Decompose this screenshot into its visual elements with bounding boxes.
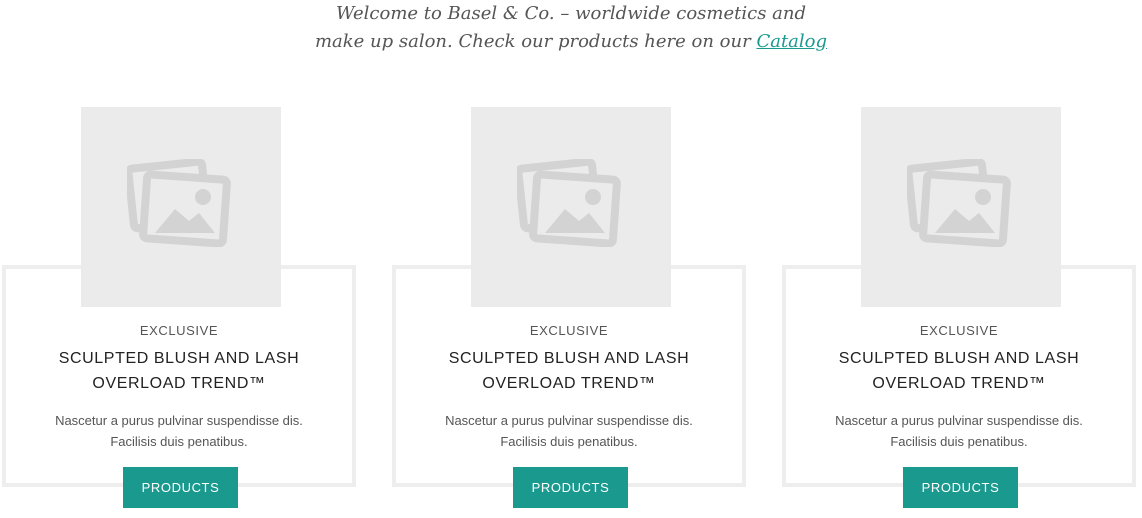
product-title-line-1: SCULPTED BLUSH AND LASH xyxy=(838,350,1080,367)
product-kicker: EXCLUSIVE xyxy=(529,323,609,338)
product-description-line-1: Nascetur a purus pulvinar suspendisse di… xyxy=(445,413,693,428)
product-title-line-2: OVERLOAD TREND™ xyxy=(92,375,266,392)
product-description: Nascetur a purus pulvinar suspendisse di… xyxy=(392,410,746,452)
intro-text: Welcome to Basel & Co. – worldwide cosme… xyxy=(0,0,1142,56)
catalog-link[interactable]: Catalog xyxy=(756,31,827,52)
product-card-text: EXCLUSIVE SCULPTED BLUSH AND LASH OVERLOA… xyxy=(392,320,746,452)
product-kicker: EXCLUSIVE xyxy=(139,323,219,338)
product-description: Nascetur a purus pulvinar suspendisse di… xyxy=(2,410,356,452)
product-image-placeholder xyxy=(81,107,281,307)
product-title-line-1: SCULPTED BLUSH AND LASH xyxy=(58,350,300,367)
product-description-line-1: Nascetur a purus pulvinar suspendisse di… xyxy=(55,413,303,428)
products-button[interactable]: PRODUCTS xyxy=(513,467,628,508)
product-title: SCULPTED BLUSH AND LASH OVERLOAD TREND™ xyxy=(392,346,746,396)
product-image-placeholder xyxy=(861,107,1061,307)
product-title-line-2: OVERLOAD TREND™ xyxy=(482,375,656,392)
product-description: Nascetur a purus pulvinar suspendisse di… xyxy=(782,410,1136,452)
products-button[interactable]: PRODUCTS xyxy=(903,467,1018,508)
intro-line-2-text: make up salon. Check our products here o… xyxy=(314,31,757,52)
product-description-line-2: Facilisis duis penatibus. xyxy=(110,434,248,449)
product-title: SCULPTED BLUSH AND LASH OVERLOAD TREND™ xyxy=(782,346,1136,396)
image-placeholder-icon xyxy=(907,159,1011,247)
product-title-line-1: SCULPTED BLUSH AND LASH xyxy=(448,350,690,367)
image-placeholder-icon xyxy=(517,159,621,247)
product-description-line-2: Facilisis duis penatibus. xyxy=(890,434,1028,449)
product-title-line-2: OVERLOAD TREND™ xyxy=(872,375,1046,392)
product-description-line-1: Nascetur a purus pulvinar suspendisse di… xyxy=(835,413,1083,428)
intro-line-2: make up salon. Check our products here o… xyxy=(0,28,1142,56)
product-description-line-2: Facilisis duis penatibus. xyxy=(500,434,638,449)
intro-line-1: Welcome to Basel & Co. – worldwide cosme… xyxy=(335,3,807,24)
product-card-text: EXCLUSIVE SCULPTED BLUSH AND LASH OVERLOA… xyxy=(2,320,356,452)
image-placeholder-icon xyxy=(127,159,231,247)
products-button[interactable]: PRODUCTS xyxy=(123,467,238,508)
product-kicker: EXCLUSIVE xyxy=(919,323,999,338)
product-card-text: EXCLUSIVE SCULPTED BLUSH AND LASH OVERLOA… xyxy=(782,320,1136,452)
product-title: SCULPTED BLUSH AND LASH OVERLOAD TREND™ xyxy=(2,346,356,396)
product-image-placeholder xyxy=(471,107,671,307)
